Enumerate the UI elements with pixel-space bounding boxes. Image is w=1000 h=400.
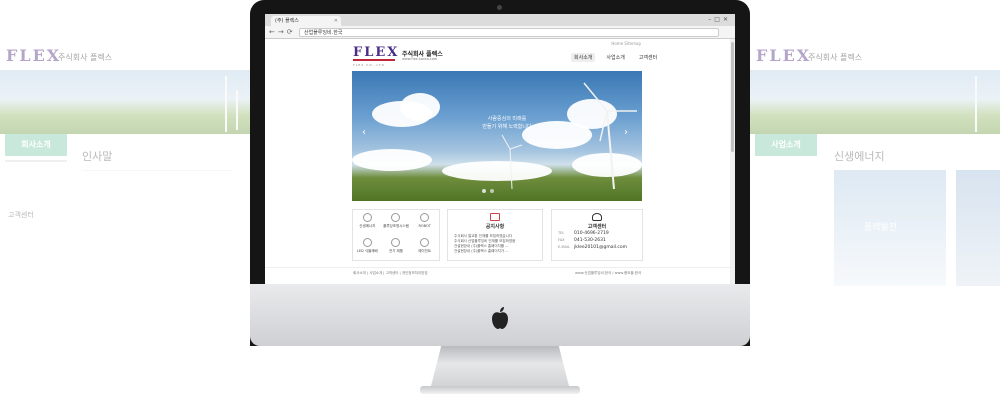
notice-item[interactable]: 건설현장내 (주)플렉스 홈페이지가 ... <box>454 249 536 254</box>
quick-link-agent[interactable]: 에이전트 <box>410 235 439 260</box>
bg-heading: 인사말 <box>82 150 113 163</box>
contact-email[interactable]: E-MAIL jklee20101@gmail.com <box>558 244 636 251</box>
chevron-left-icon[interactable]: ‹ <box>362 127 366 138</box>
quick-link-lighting[interactable]: 플루잉조명시스템 <box>382 210 411 235</box>
browser-tabbar: (주) 플렉스 ✕ –□✕ <box>265 14 735 26</box>
url-input[interactable]: 산업플루잉비.한국 <box>299 28 719 37</box>
bulb-icon <box>362 213 372 222</box>
divider <box>82 170 232 171</box>
nav-item-support[interactable]: 고객센터 <box>636 53 660 62</box>
quick-link-energy[interactable]: 신생에너지 <box>353 210 382 235</box>
contact-title: 고객센터 <box>587 224 607 230</box>
gear-icon <box>420 213 430 222</box>
quick-links: 신생에너지 플루잉조명시스템 ROBOT LED 식물재배 전기 제품 에이전트 <box>352 209 440 261</box>
footer: 회사소개 | 사업소개 | 고객센터 | 개인정보처리방침 www.산업플루잉비… <box>265 267 735 284</box>
divider <box>5 160 67 162</box>
close-icon[interactable]: ✕ <box>334 16 338 26</box>
info-icon <box>420 238 430 247</box>
bg-banner <box>0 70 250 134</box>
turbine-shape <box>236 90 238 130</box>
bg-side-title: 고객센터 <box>8 211 34 219</box>
chevron-right-icon[interactable]: › <box>624 127 628 138</box>
background-page-right: FLEX 주식회사 플렉스 사업소개 신생에너지 풍력발전 <box>750 40 1000 300</box>
company-url: www.flex-korea.com <box>402 57 438 61</box>
bg-tab: 회사소개 <box>5 134 67 156</box>
bg-logo: FLEX <box>6 46 62 65</box>
browser-tab-title: (주) 플렉스 <box>275 18 299 24</box>
contact-box: 고객센터 TEL 010-4696-2719 FAX 041-530-2631 E-… <box>551 209 643 261</box>
notice-box: 공지사항 주식회사 열교환 인재를 모집하였습니다 주식회사 산업플루잉비 인재… <box>447 209 543 261</box>
util-links[interactable]: Home Sitemap <box>611 41 641 46</box>
quick-link-led[interactable]: LED 식물재배 <box>353 235 382 260</box>
contact-tel: TEL 010-4696-2719 <box>558 231 609 236</box>
notice-icon <box>490 213 500 221</box>
bg-panel-caption: 풍력발전 <box>864 223 898 233</box>
nav-item-business[interactable]: 사업소개 <box>603 53 627 62</box>
hero-caption-line1: 사람중심의 미래를 <box>487 116 527 122</box>
slider-dot[interactable] <box>482 189 486 193</box>
camera-icon <box>497 5 502 10</box>
bg-panel: 풍력발전 <box>834 170 946 286</box>
hero-caption-line2: 만들기 위해 노력합니다 <box>482 124 532 130</box>
footer-links[interactable]: 회사소개 | 사업소개 | 고객센터 | 개인정보처리방침 <box>353 271 428 276</box>
quick-link-electric[interactable]: 전기 제품 <box>382 235 411 260</box>
hero-caption: 사람중심의 미래를 만들기 위해 노력합니다 <box>462 115 552 131</box>
bg-header: FLEX 주식회사 플렉스 <box>0 40 250 70</box>
browser-tab[interactable]: (주) 플렉스 ✕ <box>271 16 341 26</box>
turbine-shape <box>975 76 977 132</box>
monitor-stand-base <box>420 386 580 394</box>
phone-icon <box>592 213 602 221</box>
bg-heading: 신생에너지 <box>834 150 885 163</box>
plug-icon <box>391 238 401 247</box>
footer-right: www.산업플루잉비.한국 / www.풍요플.한국 <box>575 271 642 275</box>
monitor-stand <box>430 346 570 390</box>
slider-dots <box>482 189 494 193</box>
address-bar: ←→⟳ 산업플루잉비.한국 <box>265 26 735 39</box>
hero-slider[interactable]: 사람중심의 미래를 만들기 위해 노력합니다 ‹ › <box>352 71 642 201</box>
bg-tab: 사업소개 <box>755 134 817 156</box>
notice-list: 주식회사 열교환 인재를 모집하였습니다 주식회사 산업플루잉비 인재를 모집하… <box>454 234 536 254</box>
background-page-left: FLEX 주식회사 플렉스 회사소개 인사말 고객센터 <box>0 40 250 300</box>
tools-icon <box>391 213 401 222</box>
notice-title: 공지사항 <box>485 224 505 230</box>
screen: (주) 플렉스 ✕ –□✕ ←→⟳ 산업플루잉비.한국 Home Sitemap… <box>265 14 735 284</box>
logo-underline <box>353 59 395 61</box>
quick-link-robot[interactable]: ROBOT <box>410 210 439 235</box>
bg-company-name: 주식회사 플렉스 <box>808 53 863 62</box>
bg-banner <box>750 70 1000 134</box>
apple-logo-icon <box>492 307 508 329</box>
logo-subtext: FLEX CO.,LTD <box>353 63 385 67</box>
slider-dot[interactable] <box>490 189 494 193</box>
website: Home Sitemap FLEX FLEX CO.,LTD 주식회사 플렉스 … <box>265 39 735 284</box>
turbine-shape <box>225 76 227 132</box>
site-logo[interactable]: FLEX <box>353 45 399 60</box>
nav-item-company[interactable]: 회사소개 <box>571 53 596 62</box>
nav-buttons[interactable]: ←→⟳ <box>269 28 296 36</box>
bg-panel <box>956 170 1000 286</box>
bg-company-name: 주식회사 플렉스 <box>58 53 113 62</box>
main-nav: 회사소개 사업소개 고객센터 <box>571 53 660 62</box>
window-controls[interactable]: –□✕ <box>708 16 731 23</box>
bg-header: FLEX 주식회사 플렉스 <box>750 40 1000 70</box>
bg-logo: FLEX <box>756 46 812 65</box>
contact-fax: FAX 041-530-2631 <box>558 238 606 243</box>
wind-turbine-icon <box>501 82 637 190</box>
scrollbar-thumb[interactable] <box>731 42 734 152</box>
plant-icon <box>362 238 372 247</box>
